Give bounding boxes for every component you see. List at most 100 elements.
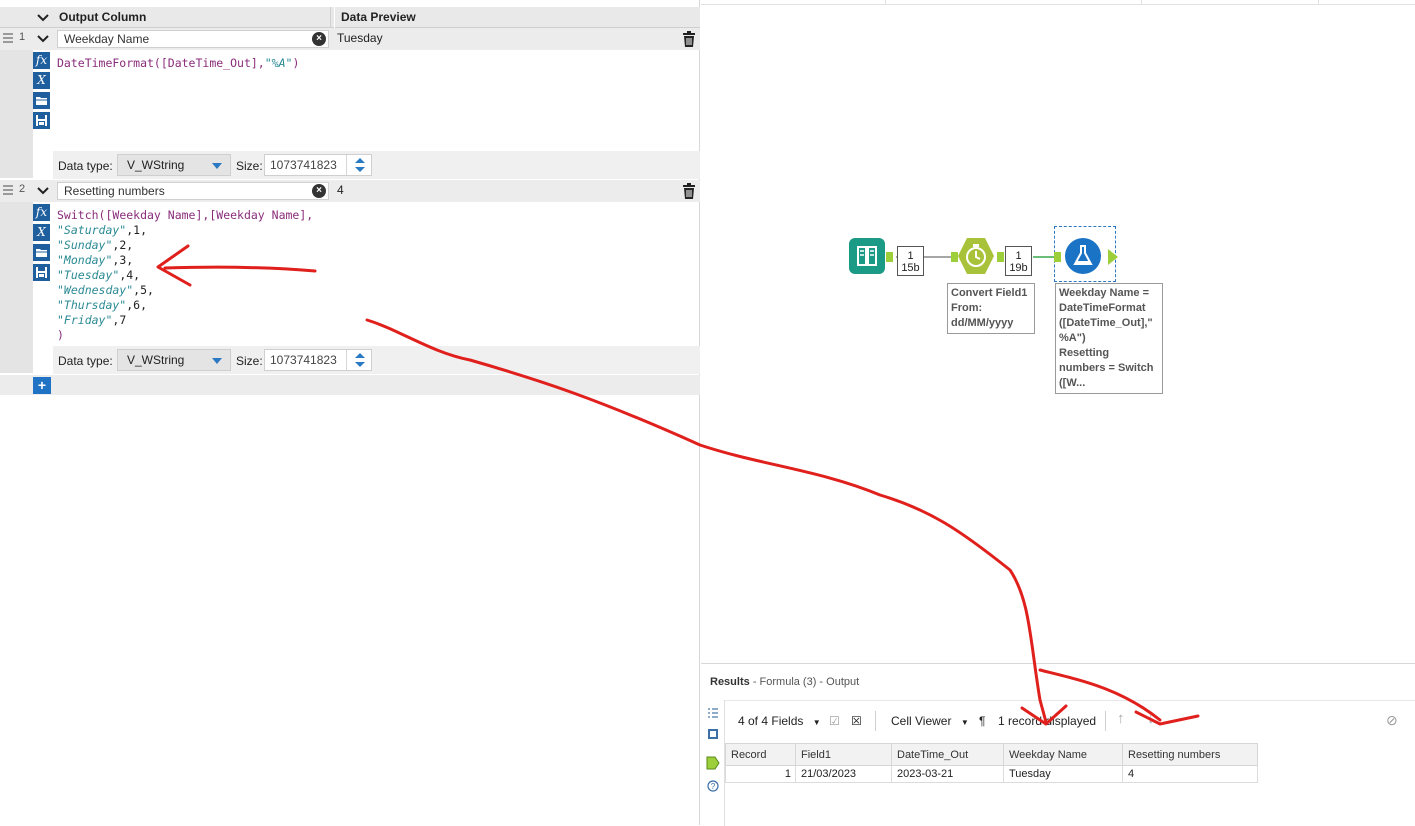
table-cell[interactable]: 1 <box>725 765 796 783</box>
sort-descending-icon[interactable]: ↓ <box>1147 710 1155 727</box>
code-token: DateTimeFormat( <box>57 56 161 70</box>
size-value: 1073741823 <box>270 158 337 172</box>
variable-x-icon[interactable]: X <box>33 72 50 89</box>
variable-x-icon[interactable]: X <box>33 224 50 241</box>
size-spinner[interactable] <box>346 350 371 370</box>
formula-tool-annotation: Weekday Name = DateTimeFormat ([DateTime… <box>1055 283 1163 394</box>
add-expression-row: + <box>0 375 700 395</box>
code-token: , <box>257 56 265 70</box>
uncheck-all-icon[interactable]: ☒ <box>851 714 862 728</box>
data-type-select[interactable]: V_WString <box>117 154 231 176</box>
record-count: 1 <box>1015 250 1022 262</box>
output-anchor[interactable] <box>886 252 893 262</box>
no-entry-icon[interactable]: ⊘ <box>1386 712 1398 729</box>
drag-handle-icon[interactable] <box>3 33 13 45</box>
code-line: "Tuesday",4, <box>57 268 313 283</box>
code-token: "Wednesday" <box>57 283 134 297</box>
code-token: "Tuesday" <box>57 268 120 282</box>
clear-icon[interactable]: × <box>312 184 326 198</box>
results-panel: Results - Formula (3) - Output ? 4 of 4 … <box>701 663 1415 826</box>
output-anchor-selected-icon[interactable] <box>705 756 721 770</box>
column-header[interactable]: Resetting numbers <box>1122 743 1258 766</box>
open-folder-icon[interactable] <box>33 92 50 109</box>
collapse-all-chevron-icon[interactable] <box>36 11 50 25</box>
function-fx-icon[interactable]: fx <box>33 204 50 221</box>
code-token: "Sunday" <box>57 238 113 252</box>
dropdown-arrow-icon <box>212 163 222 169</box>
input-anchor[interactable] <box>951 252 958 262</box>
function-fx-icon[interactable]: fx <box>33 52 50 69</box>
table-cell[interactable]: Tuesday <box>1003 765 1123 783</box>
table-cell[interactable]: 2023-03-21 <box>891 765 1004 783</box>
workflow-canvas[interactable]: 1 15b 1 19b Convert Field1 From: dd/MM/y… <box>701 0 1415 663</box>
size-input[interactable]: 1073741823 <box>264 349 372 371</box>
clear-icon[interactable]: × <box>312 32 326 46</box>
code-token: [Weekday Name] <box>209 208 307 222</box>
sort-ascending-icon[interactable]: ↑ <box>1117 710 1125 727</box>
delete-expression-trash-icon[interactable] <box>682 30 696 48</box>
size-input[interactable]: 1073741823 <box>264 154 372 176</box>
open-folder-icon[interactable] <box>33 244 50 261</box>
column-header[interactable]: Field1 <box>795 743 892 766</box>
input-anchor[interactable] <box>1054 252 1061 262</box>
save-disk-icon[interactable] <box>33 112 50 129</box>
results-side-toolbar: ? <box>701 700 725 826</box>
dropdown-arrow-icon <box>212 358 222 364</box>
data-type-select[interactable]: V_WString <box>117 349 231 371</box>
drag-handle-icon[interactable] <box>3 185 13 197</box>
code-line: DateTimeFormat([DateTime_Out],"%A") <box>57 56 299 71</box>
byte-count: 19b <box>1009 262 1028 274</box>
output-anchor[interactable] <box>1108 249 1118 265</box>
spin-up-icon[interactable] <box>355 158 365 163</box>
code-token: ,4, <box>119 268 141 282</box>
collapse-chevron-icon[interactable] <box>36 184 50 198</box>
expression-2-datatype-row: Data type: V_WString Size: 1073741823 <box>53 346 700 374</box>
pilcrow-icon[interactable]: ¶ <box>979 714 985 728</box>
formula-tool-flask-icon[interactable] <box>1065 238 1101 274</box>
input-data-tool-icon[interactable] <box>849 238 885 274</box>
datetime-tool-annotation: Convert Field1 From: dd/MM/yyyy <box>947 283 1035 334</box>
code-line: "Monday",3, <box>57 253 313 268</box>
expression-1-code-editor[interactable]: DateTimeFormat([DateTime_Out],"%A") <box>57 56 299 71</box>
column-header-row: Output Column Data Preview <box>0 7 700 28</box>
add-expression-button[interactable]: + <box>33 377 51 394</box>
output-anchor[interactable] <box>997 252 1004 262</box>
delete-expression-trash-icon[interactable] <box>682 182 696 200</box>
data-preview-value: 4 <box>337 183 344 197</box>
spin-down-icon[interactable] <box>355 167 365 172</box>
expression-row-1-header: 1 Weekday Name × Tuesday <box>0 28 700 50</box>
cell-viewer-selector[interactable]: Cell Viewer ▼ <box>891 714 969 728</box>
metadata-icon[interactable] <box>707 728 719 740</box>
column-header[interactable]: Record <box>725 743 796 766</box>
save-disk-icon[interactable] <box>33 264 50 281</box>
results-table: Record Field1 DateTime_Out Weekday Name … <box>725 743 1258 783</box>
table-row[interactable]: 1 21/03/2023 2023-03-21 Tuesday 4 <box>725 765 1258 783</box>
results-label: Results <box>710 676 750 688</box>
check-all-icon[interactable]: ☑ <box>829 714 840 728</box>
output-column-name-input[interactable]: Resetting numbers × <box>57 182 329 200</box>
table-cell[interactable]: 4 <box>1122 765 1258 783</box>
code-token: ,1, <box>126 223 148 237</box>
table-cell[interactable]: 21/03/2023 <box>795 765 892 783</box>
code-token: ,2, <box>112 238 134 252</box>
column-header[interactable]: Weekday Name <box>1003 743 1123 766</box>
results-subtitle: - Formula (3) - Output <box>752 676 860 688</box>
code-line: "Sunday",2, <box>57 238 313 253</box>
column-header[interactable]: DateTime_Out <box>891 743 1004 766</box>
record-count: 1 <box>907 250 914 262</box>
results-toolbar: 4 of 4 Fields ▼ ☑ ☒ Cell Viewer ▼ ¶ 1 re… <box>725 700 1415 740</box>
code-token: ,7 <box>112 313 127 327</box>
help-icon[interactable]: ? <box>707 780 719 792</box>
record-count-box: 1 19b <box>1005 246 1032 276</box>
spin-up-icon[interactable] <box>355 353 365 358</box>
output-column-name-input[interactable]: Weekday Name × <box>57 30 329 48</box>
list-view-icon[interactable] <box>707 707 719 719</box>
code-line: "Saturday",1, <box>57 223 313 238</box>
fields-selector[interactable]: 4 of 4 Fields ▼ <box>738 714 821 728</box>
collapse-chevron-icon[interactable] <box>36 32 50 46</box>
size-spinner[interactable] <box>346 155 371 175</box>
expression-1-gutter <box>0 50 33 178</box>
spin-down-icon[interactable] <box>355 362 365 367</box>
size-label: Size: <box>236 159 263 173</box>
expression-2-code-editor[interactable]: Switch([Weekday Name],[Weekday Name], "Sa… <box>57 208 313 343</box>
